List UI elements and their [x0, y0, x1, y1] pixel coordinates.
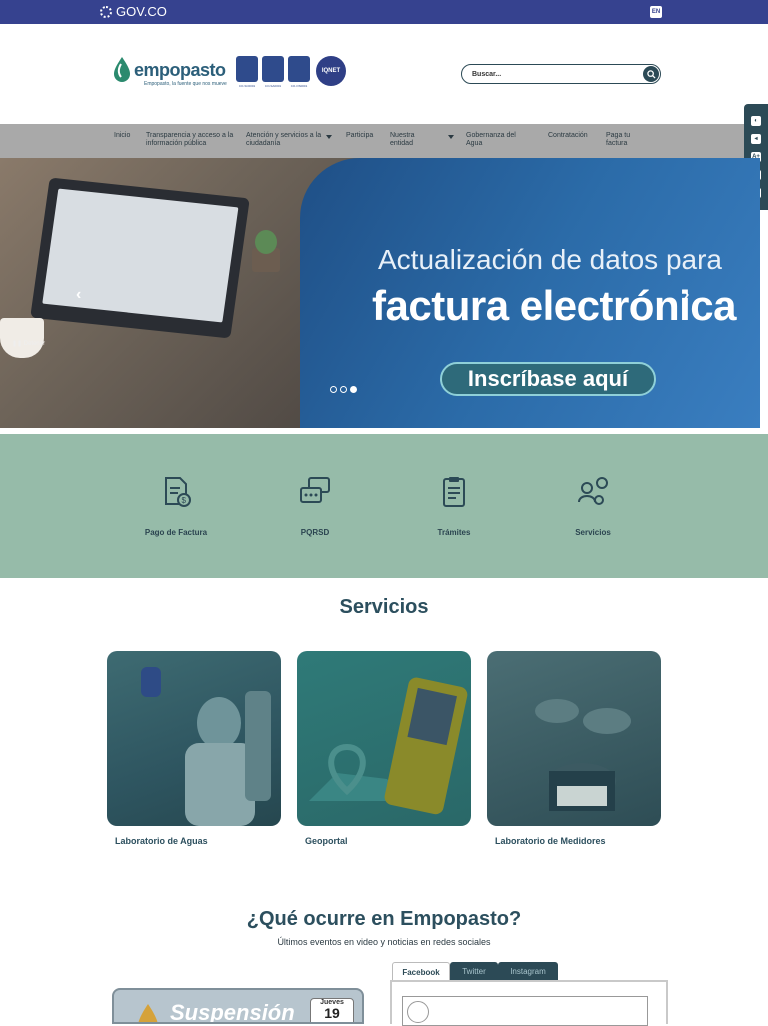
- tab-instagram[interactable]: Instagram: [498, 962, 558, 982]
- video-title: Suspensión: [170, 1000, 295, 1024]
- service-card-label[interactable]: Laboratorio de Aguas: [115, 836, 208, 846]
- services-icon: [578, 477, 608, 505]
- lab-scientist-image: [141, 667, 271, 826]
- coffee-cup-image: [0, 318, 44, 358]
- facebook-embed[interactable]: [402, 996, 648, 1026]
- search-input[interactable]: [472, 68, 632, 80]
- avatar[interactable]: [407, 1001, 429, 1023]
- carousel-dot[interactable]: [340, 386, 347, 393]
- carousel-dot[interactable]: [330, 386, 337, 393]
- nav-item-paga-factura[interactable]: Paga tu factura: [606, 132, 642, 148]
- water-meters-image: [535, 699, 631, 811]
- signup-button[interactable]: Inscríbase aquí: [440, 362, 656, 396]
- search-box: [461, 64, 661, 84]
- carousel-prev-button[interactable]: ‹: [76, 286, 81, 304]
- certifications: CO-SC0001 CO-SA0001 CO-OS0001 IQNET: [236, 56, 346, 90]
- chevron-down-icon: [326, 135, 332, 139]
- nav-item-transparencia[interactable]: Transparencia y acceso a la información …: [146, 132, 240, 148]
- govco-link[interactable]: GOV.CO: [100, 4, 167, 19]
- hero-carousel: Actualización de datos para factura elec…: [0, 158, 760, 428]
- reduce-button[interactable]: ◂: [751, 134, 761, 144]
- carousel-next-button[interactable]: ›: [684, 286, 689, 304]
- icontec-seal-icon: [236, 56, 258, 82]
- chevron-down-icon: [448, 135, 454, 139]
- cert-badge: CO-OS0001: [288, 56, 310, 90]
- search-icon: [646, 69, 656, 79]
- nav-item-atencion[interactable]: Atención y servicios a la ciudadanía: [246, 132, 324, 148]
- icontec-seal-icon: [262, 56, 284, 82]
- nav-item-gobernanza[interactable]: Gobernanza del Agua: [466, 132, 532, 148]
- icontec-seal-icon: [288, 56, 310, 82]
- quick-link-pago-factura[interactable]: $ Pago de Factura: [121, 474, 231, 537]
- drop-mascot-icon: [138, 1004, 158, 1022]
- carousel-indicators: [330, 386, 357, 393]
- service-card-laboratorio-aguas[interactable]: [107, 651, 281, 826]
- nav-item-inicio[interactable]: Inicio: [114, 132, 130, 140]
- logo-wordmark: empopasto: [134, 60, 226, 80]
- empopasto-logo[interactable]: empopasto Empopasto, la fuente que nos m…: [112, 56, 230, 90]
- tab-twitter[interactable]: Twitter: [450, 962, 498, 982]
- hero-title-line1: Actualización de datos para: [378, 244, 722, 275]
- water-drop-icon: [114, 57, 130, 82]
- quick-link-pqrsd[interactable]: PQRSD: [260, 474, 370, 537]
- service-card-label[interactable]: Geoportal: [305, 836, 348, 846]
- clipboard-icon: [443, 477, 465, 507]
- quick-link-tramites[interactable]: Trámites: [399, 474, 509, 537]
- site-header: empopasto Empopasto, la fuente que nos m…: [0, 24, 768, 124]
- social-feed: Facebook Twitter Instagram: [390, 962, 668, 1026]
- service-card-label[interactable]: Laboratorio de Medidores: [495, 836, 606, 846]
- contrast-button[interactable]: ◐: [751, 116, 761, 126]
- events-title: ¿Qué ocurre en Empopasto?: [246, 908, 522, 930]
- service-card-laboratorio-medidores[interactable]: [487, 651, 661, 826]
- nav-item-participa[interactable]: Participa: [346, 132, 373, 140]
- invoice-icon: $: [165, 477, 191, 507]
- logo-tagline: Empopasto, la fuente que nos mueve: [144, 81, 227, 87]
- search-button[interactable]: [643, 66, 659, 82]
- video-thumbnail[interactable]: Suspensión Jueves 19: [112, 988, 364, 1024]
- carousel-pause-button[interactable]: ❚❚ Detener: [12, 340, 45, 347]
- quick-link-servicios[interactable]: Servicios: [538, 474, 648, 537]
- cactus-image: [252, 230, 280, 272]
- geoportal-image: [309, 677, 468, 815]
- quick-links: $ Pago de Factura PQRSD Trámites Servici…: [0, 434, 768, 578]
- events-subtitle: Últimos eventos en video y noticias en r…: [277, 937, 491, 947]
- gov-topbar: GOV.CO EN: [0, 0, 768, 24]
- iqnet-badge: IQNET: [316, 56, 346, 86]
- govco-label: GOV.CO: [116, 4, 167, 19]
- nav-item-nuestra-entidad[interactable]: Nuestra entidad: [390, 132, 430, 148]
- social-feed-frame: [390, 980, 668, 1026]
- video-date-badge: Jueves 19: [310, 998, 354, 1022]
- nav-item-contratacion[interactable]: Contratación: [548, 132, 588, 140]
- chat-icon: [300, 477, 330, 503]
- main-nav: Inicio Transparencia y acceso a la infor…: [0, 124, 768, 158]
- language-toggle-button[interactable]: EN: [650, 6, 662, 18]
- carousel-dot-active[interactable]: [350, 386, 357, 393]
- laptop-image: [30, 177, 250, 339]
- service-card-geoportal[interactable]: [297, 651, 471, 826]
- cert-badge: CO-SA0001: [262, 56, 284, 90]
- govco-logo-icon: [100, 5, 112, 18]
- services-title: Servicios: [339, 596, 429, 618]
- hero-title-line2: factura electrónica: [372, 282, 737, 329]
- cert-badge: CO-SC0001: [236, 56, 258, 90]
- tab-facebook[interactable]: Facebook: [392, 962, 450, 982]
- svg-text:$: $: [182, 496, 187, 505]
